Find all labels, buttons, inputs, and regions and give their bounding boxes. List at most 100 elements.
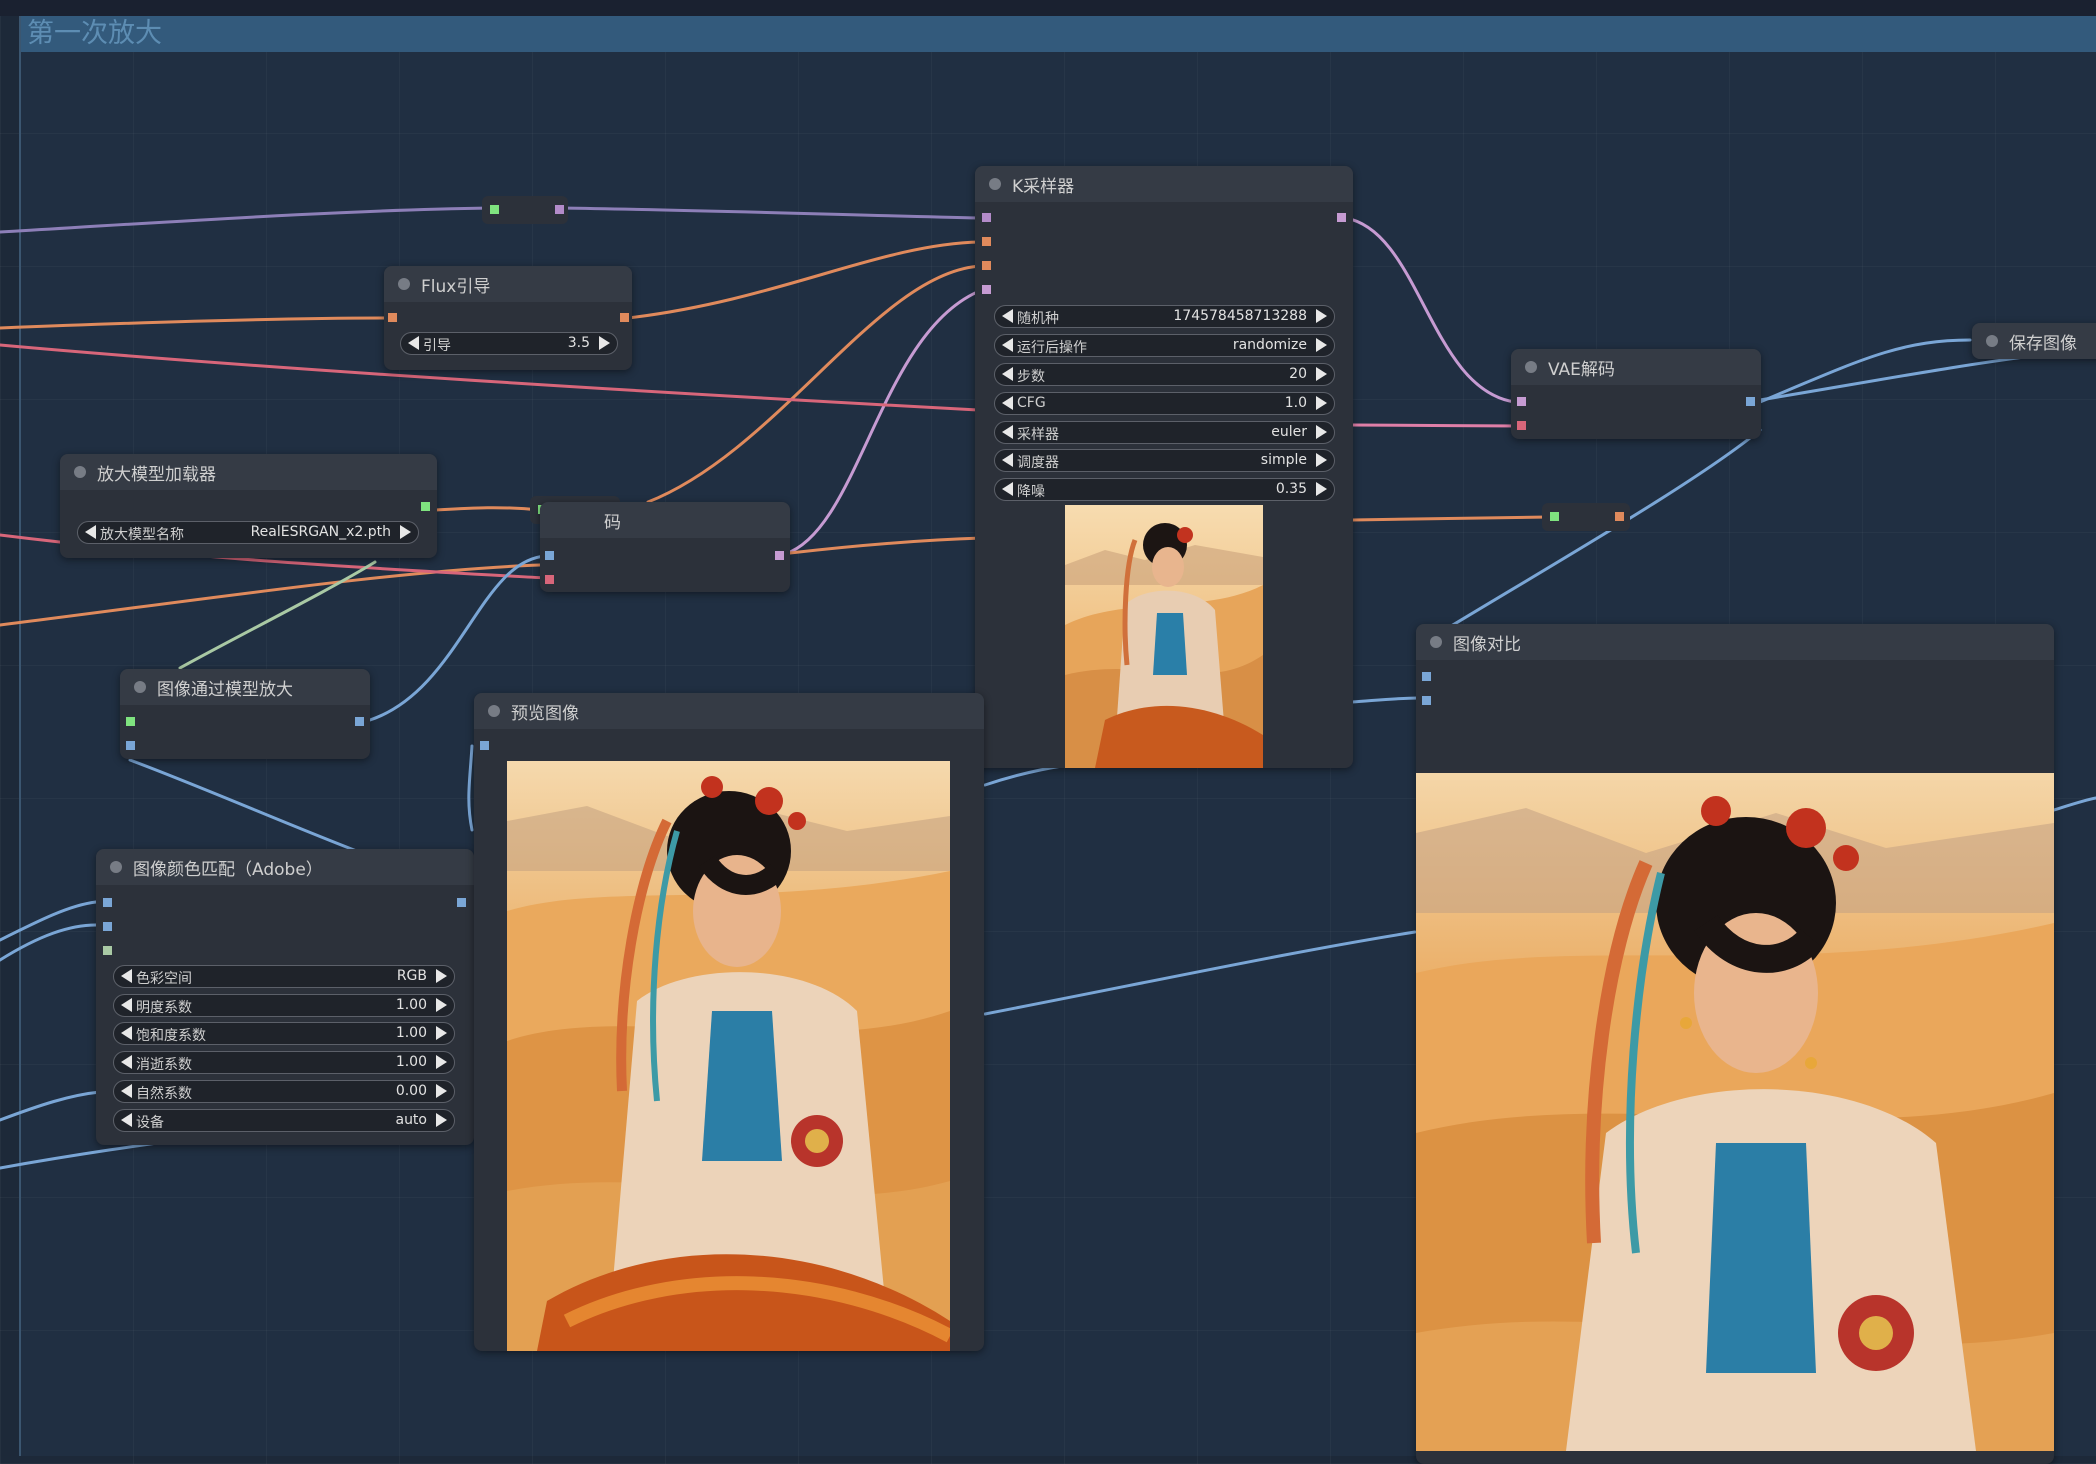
port-negative-in[interactable]	[982, 261, 991, 270]
node-vae-encode[interactable]: 码	[540, 502, 790, 592]
decrement-arrow-icon[interactable]	[121, 1026, 132, 1040]
node-upscale-model-loader[interactable]: 放大模型加载器 放大模型名称 RealESRGAN_x2.pth	[60, 454, 437, 558]
node-title[interactable]: Flux引导	[384, 266, 632, 302]
port-images-in[interactable]	[480, 741, 489, 750]
port-pixels-in[interactable]	[545, 551, 554, 560]
decrement-arrow-icon[interactable]	[121, 1055, 132, 1069]
node-ksampler[interactable]: K采样器 随机种 174578458713288 运行后操作 randomize…	[975, 166, 1353, 768]
decrement-arrow-icon[interactable]	[1002, 396, 1013, 410]
node-preview-image[interactable]: 预览图像	[474, 693, 984, 1351]
decrement-arrow-icon[interactable]	[121, 998, 132, 1012]
port-vae-in[interactable]	[545, 575, 554, 584]
widget-saturation[interactable]: 饱和度系数 1.00	[113, 1022, 455, 1045]
node-image-upscale-with-model[interactable]: 图像通过模型放大	[120, 669, 370, 759]
decrement-arrow-icon[interactable]	[85, 525, 96, 539]
port-image-in[interactable]	[103, 898, 112, 907]
node-title[interactable]: 图像颜色匹配（Adobe）	[96, 849, 474, 885]
decrement-arrow-icon[interactable]	[1002, 425, 1013, 439]
increment-arrow-icon[interactable]	[436, 969, 447, 983]
increment-arrow-icon[interactable]	[599, 336, 610, 350]
widget-scheduler[interactable]: 调度器 simple	[994, 449, 1335, 472]
collapse-dot[interactable]	[1430, 636, 1442, 648]
reroute-model[interactable]	[482, 196, 568, 224]
decrement-arrow-icon[interactable]	[121, 1084, 132, 1098]
collapse-dot[interactable]	[1525, 361, 1537, 373]
reroute-latent-out[interactable]	[1615, 512, 1624, 521]
reroute-model-out[interactable]	[555, 205, 564, 214]
port-upscale-model-in[interactable]	[126, 717, 135, 726]
port-model-in[interactable]	[982, 213, 991, 222]
collapse-dot[interactable]	[398, 278, 410, 290]
collapse-dot[interactable]	[74, 466, 86, 478]
decrement-arrow-icon[interactable]	[1002, 309, 1013, 323]
increment-arrow-icon[interactable]	[400, 525, 411, 539]
node-title[interactable]: 码	[540, 502, 790, 538]
port-image-b-in[interactable]	[1422, 696, 1431, 705]
port-samples-in[interactable]	[1517, 397, 1526, 406]
reroute-latent[interactable]	[1542, 503, 1630, 531]
port-conditioning-in[interactable]	[388, 313, 397, 322]
widget-guidance[interactable]: 引导 3.5	[400, 332, 618, 355]
port-upscale-model-out[interactable]	[421, 502, 430, 511]
collapse-dot[interactable]	[110, 861, 122, 873]
node-vae-decode[interactable]: VAE解码	[1511, 349, 1761, 439]
widget-cfg[interactable]: CFG 1.0	[994, 392, 1335, 415]
increment-arrow-icon[interactable]	[1316, 338, 1327, 352]
decrement-arrow-icon[interactable]	[121, 969, 132, 983]
port-image-a-in[interactable]	[1422, 672, 1431, 681]
port-latent-out[interactable]	[1337, 213, 1346, 222]
widget-natural[interactable]: 自然系数 0.00	[113, 1080, 455, 1103]
decrement-arrow-icon[interactable]	[1002, 367, 1013, 381]
port-image-in[interactable]	[126, 741, 135, 750]
increment-arrow-icon[interactable]	[436, 1113, 447, 1127]
decrement-arrow-icon[interactable]	[1002, 482, 1013, 496]
increment-arrow-icon[interactable]	[436, 1055, 447, 1069]
node-save-image[interactable]: 保存图像	[1972, 323, 2096, 359]
increment-arrow-icon[interactable]	[1316, 425, 1327, 439]
node-title[interactable]: K采样器	[975, 166, 1353, 202]
widget-sampler[interactable]: 采样器 euler	[994, 421, 1335, 444]
increment-arrow-icon[interactable]	[436, 998, 447, 1012]
collapse-dot[interactable]	[1986, 335, 1998, 347]
decrement-arrow-icon[interactable]	[1002, 453, 1013, 467]
widget-control-after[interactable]: 运行后操作 randomize	[994, 334, 1335, 357]
widget-fade[interactable]: 消逝系数 1.00	[113, 1051, 455, 1074]
port-positive-in[interactable]	[982, 237, 991, 246]
widget-luminance[interactable]: 明度系数 1.00	[113, 994, 455, 1017]
node-image-compare[interactable]: 图像对比	[1416, 624, 2054, 1464]
port-vae-in[interactable]	[1517, 421, 1526, 430]
decrement-arrow-icon[interactable]	[408, 336, 419, 350]
port-image-out[interactable]	[457, 898, 466, 907]
reroute-model-in[interactable]	[490, 205, 499, 214]
widget-color-space[interactable]: 色彩空间 RGB	[113, 965, 455, 988]
widget-steps[interactable]: 步数 20	[994, 363, 1335, 386]
port-mask-in[interactable]	[103, 946, 112, 955]
collapse-dot[interactable]	[989, 178, 1001, 190]
increment-arrow-icon[interactable]	[1316, 396, 1327, 410]
node-title[interactable]: 放大模型加载器	[60, 454, 437, 490]
node-flux-guidance[interactable]: Flux引导 引导 3.5	[384, 266, 632, 370]
node-title[interactable]: 保存图像	[1972, 323, 2096, 359]
node-title[interactable]: VAE解码	[1511, 349, 1761, 385]
widget-seed[interactable]: 随机种 174578458713288	[994, 305, 1335, 328]
decrement-arrow-icon[interactable]	[121, 1113, 132, 1127]
increment-arrow-icon[interactable]	[436, 1084, 447, 1098]
port-latent-in[interactable]	[982, 285, 991, 294]
collapse-dot[interactable]	[134, 681, 146, 693]
port-reference-in[interactable]	[103, 922, 112, 931]
port-image-out[interactable]	[355, 717, 364, 726]
reroute-latent-in[interactable]	[1550, 512, 1559, 521]
node-title[interactable]: 图像通过模型放大	[120, 669, 370, 705]
widget-model-name[interactable]: 放大模型名称 RealESRGAN_x2.pth	[77, 521, 419, 544]
increment-arrow-icon[interactable]	[436, 1026, 447, 1040]
port-image-out[interactable]	[1746, 397, 1755, 406]
increment-arrow-icon[interactable]	[1316, 482, 1327, 496]
port-latent-out[interactable]	[775, 551, 784, 560]
widget-denoise[interactable]: 降噪 0.35	[994, 478, 1335, 501]
increment-arrow-icon[interactable]	[1316, 309, 1327, 323]
increment-arrow-icon[interactable]	[1316, 453, 1327, 467]
node-title[interactable]: 预览图像	[474, 693, 984, 729]
port-conditioning-out[interactable]	[620, 313, 629, 322]
increment-arrow-icon[interactable]	[1316, 367, 1327, 381]
widget-device[interactable]: 设备 auto	[113, 1109, 455, 1132]
